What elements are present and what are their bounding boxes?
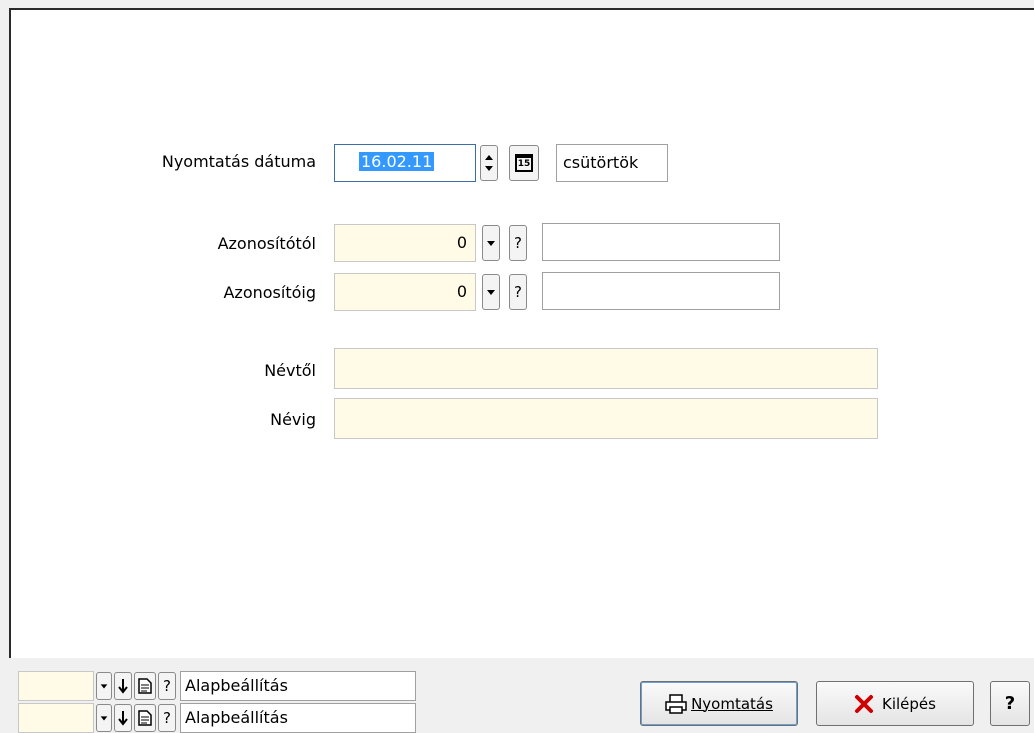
date-spin-button[interactable] xyxy=(480,145,498,181)
print-date-label: Nyomtatás dátuma xyxy=(161,152,316,171)
name-from-label: Névtől xyxy=(264,361,316,380)
settings-load-button[interactable] xyxy=(114,672,132,700)
print-button[interactable]: Nyomtatás xyxy=(640,681,798,726)
settings-code-field[interactable] xyxy=(18,671,94,701)
weekday-field: csütörtök xyxy=(556,144,668,182)
settings-help-button[interactable]: ? xyxy=(158,704,176,732)
question-icon: ? xyxy=(514,234,522,252)
help-icon: ? xyxy=(1004,693,1016,714)
id-to-help-button[interactable]: ? xyxy=(509,274,527,310)
id-to-value: 0 xyxy=(456,282,467,301)
settings-row-2: ? Alapbeállítás xyxy=(18,703,418,733)
name-from-field[interactable] xyxy=(334,348,878,389)
settings-code-field[interactable] xyxy=(18,703,94,733)
id-from-name-field xyxy=(542,223,780,261)
exit-button-label: Kilépés xyxy=(882,694,936,713)
spin-arrows-icon xyxy=(485,155,493,171)
settings-document-button[interactable] xyxy=(134,704,156,732)
printer-icon xyxy=(665,693,687,714)
chevron-down-icon xyxy=(487,290,495,295)
calendar-icon: 15 xyxy=(515,154,533,172)
arrow-down-icon xyxy=(118,679,128,694)
id-to-field[interactable]: 0 xyxy=(334,273,476,311)
id-from-help-button[interactable]: ? xyxy=(509,225,527,261)
close-icon xyxy=(855,694,874,713)
print-button-label: Nyomtatás xyxy=(691,694,773,713)
id-from-field[interactable]: 0 xyxy=(334,224,476,262)
help-button[interactable]: ? xyxy=(990,681,1030,726)
settings-document-button[interactable] xyxy=(134,672,156,700)
name-to-label: Névig xyxy=(270,410,316,429)
question-icon: ? xyxy=(163,709,171,727)
id-to-label: Azonosítóig xyxy=(223,283,316,302)
question-icon: ? xyxy=(163,677,171,695)
chevron-down-icon xyxy=(487,241,495,246)
weekday-value: csütörtök xyxy=(563,153,639,172)
name-to-field[interactable] xyxy=(334,398,878,439)
settings-help-button[interactable]: ? xyxy=(158,672,176,700)
chevron-down-icon xyxy=(100,684,108,689)
id-to-name-field xyxy=(542,272,780,310)
settings-dropdown-button[interactable] xyxy=(96,672,112,700)
question-icon: ? xyxy=(514,283,522,301)
id-to-dropdown-button[interactable] xyxy=(482,274,500,310)
document-icon xyxy=(138,710,152,726)
id-from-dropdown-button[interactable] xyxy=(482,225,500,261)
id-from-value: 0 xyxy=(456,233,467,252)
chevron-down-icon xyxy=(100,716,108,721)
settings-dropdown-button[interactable] xyxy=(96,704,112,732)
id-from-label: Azonosítótól xyxy=(217,234,316,253)
settings-row-1: ? Alapbeállítás xyxy=(18,671,418,701)
arrow-down-icon xyxy=(118,711,128,726)
exit-button[interactable]: Kilépés xyxy=(816,681,974,726)
settings-name-field: Alapbeállítás xyxy=(180,671,416,701)
print-date-field[interactable]: 16.02.11 xyxy=(334,144,476,182)
form-panel xyxy=(9,8,1034,658)
print-date-value: 16.02.11 xyxy=(359,152,435,171)
settings-name-field: Alapbeállítás xyxy=(180,703,416,733)
calendar-button[interactable]: 15 xyxy=(509,145,539,181)
settings-load-button[interactable] xyxy=(114,704,132,732)
document-icon xyxy=(138,678,152,694)
settings-name-value: Alapbeállítás xyxy=(185,708,288,727)
settings-name-value: Alapbeállítás xyxy=(185,676,288,695)
